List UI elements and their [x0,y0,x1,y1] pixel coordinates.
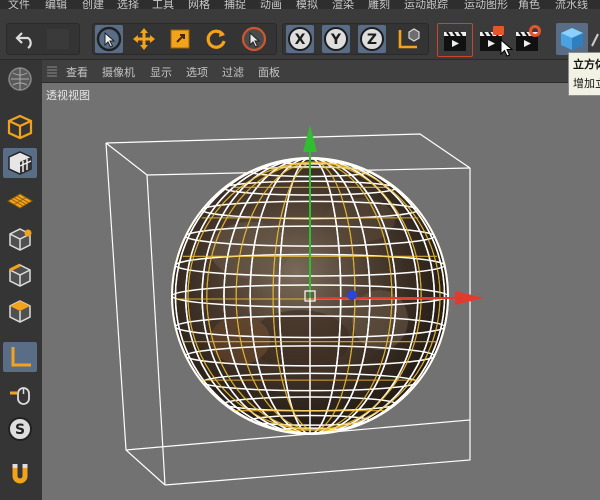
tooltip-description: 增加立方体 [573,77,600,90]
viewport-menu-options[interactable]: 选项 [186,64,208,80]
rotate-tool-button[interactable] [202,25,230,53]
polygons-mode-icon [9,300,31,323]
viewport-menu-panel[interactable]: 面板 [258,64,280,80]
menu-render[interactable]: 渲染 [332,0,354,9]
menu-simulate[interactable]: 模拟 [296,0,318,9]
redo-icon [47,29,69,49]
points-mode-button[interactable] [3,224,37,254]
model-mode-icon [7,114,33,140]
x-axis-button[interactable]: X [286,25,314,53]
viewport-scene [105,125,484,486]
magnet-button[interactable] [3,458,37,488]
mode-sidebar: S [0,60,43,500]
tooltip: 立方体 增加立方体 [568,52,600,96]
tooltip-title: 立方体 [573,58,600,71]
viewport-menu-filter[interactable]: 过滤 [222,64,244,80]
recent-tool-button[interactable] [240,25,268,53]
panel-grip-icon [47,66,57,77]
menu-character[interactable]: 角色 [518,0,540,9]
magnet-icon [12,464,28,484]
pen-icon [591,33,599,47]
menu-tools[interactable]: 工具 [152,0,174,9]
viewport-menu-cameras[interactable]: 摄像机 [102,64,135,80]
points-mode-icon [9,228,32,251]
z-axis-button[interactable]: Z [358,25,386,53]
menu-mograph[interactable]: 运动图形 [464,0,508,9]
redo-button[interactable] [44,25,72,53]
viewport-menu-bar: 查看 摄像机 显示 选项 过滤 面板 [42,60,600,83]
live-selection-icon [96,26,122,52]
render-view-icon [444,31,466,51]
workplane-icon [7,193,33,209]
move-tool-button[interactable] [130,25,158,53]
pen-tool-button[interactable] [590,23,600,55]
undo-icon [15,32,32,49]
menu-bar: 文件 编辑 创建 选择 工具 网格 捕捉 动画 模拟 渲染 雕刻 运动跟踪 运动… [0,0,600,9]
render-settings-button[interactable] [512,23,544,55]
menu-snap[interactable]: 捕捉 [224,0,246,9]
snap-button[interactable]: S [3,414,37,444]
menu-edit[interactable]: 编辑 [45,0,67,9]
edges-mode-button[interactable] [3,260,37,290]
tweak-mode-button[interactable] [3,378,37,408]
y-axis-label: Y [330,32,342,48]
snap-icon: S [8,417,32,441]
cube-object-button[interactable] [556,23,588,55]
coordinate-system-icon [398,28,420,49]
undo-button[interactable] [12,25,40,53]
make-editable-button[interactable] [3,64,37,94]
rotate-icon [206,29,226,49]
tweak-mode-icon [10,387,30,405]
make-editable-icon [8,67,32,91]
texture-mode-button[interactable] [3,148,37,178]
z-axis-label: Z [367,32,377,48]
viewport-menu-display[interactable]: 显示 [150,64,172,80]
y-axis-button[interactable]: Y [322,25,350,53]
coordinate-system-button[interactable] [394,25,422,53]
x-axis-icon: X [288,27,312,51]
y-axis-icon: Y [324,27,348,51]
menu-file[interactable]: 文件 [8,0,30,9]
menu-animate[interactable]: 动画 [260,0,282,9]
move-icon [133,28,155,50]
render-view-button[interactable] [437,23,473,57]
menu-pipeline[interactable]: 流水线 [555,0,588,9]
texture-mode-icon [8,151,32,175]
main-toolbar: X Y Z [0,9,600,60]
menu-mesh[interactable]: 网格 [188,0,210,9]
x-axis-label: X [295,32,306,48]
y-axis-handle[interactable] [303,125,317,152]
z-axis-handle[interactable] [347,290,357,300]
menu-motion-tracking[interactable]: 运动跟踪 [404,0,448,9]
model-mode-button[interactable] [3,112,37,142]
viewport-menu-view[interactable]: 查看 [66,64,88,80]
live-selection-button[interactable] [95,25,123,53]
mouse-cursor-icon [500,39,514,57]
recent-tool-icon [241,26,267,52]
svg-text:S: S [15,422,25,438]
menu-select[interactable]: 选择 [117,0,139,9]
axis-mode-icon [11,347,31,367]
perspective-viewport[interactable]: 透视视图 [42,83,600,500]
axis-mode-button[interactable] [3,342,37,372]
scale-icon [170,29,190,49]
cube-icon [561,28,583,50]
z-axis-icon: Z [360,27,384,51]
render-settings-icon [516,25,541,51]
polygons-mode-button[interactable] [3,296,37,326]
menu-create[interactable]: 创建 [82,0,104,9]
viewport-title: 透视视图 [46,89,90,102]
edges-mode-icon [9,263,31,287]
scale-tool-button[interactable] [166,25,194,53]
menu-sculpt[interactable]: 雕刻 [368,0,390,9]
workplane-button[interactable] [3,186,37,216]
